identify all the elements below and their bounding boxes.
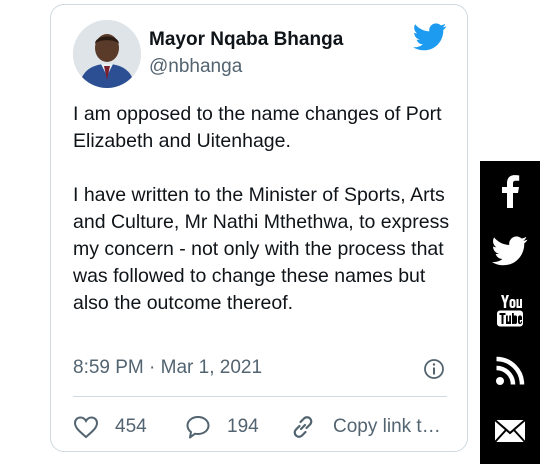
avatar-photo	[73, 20, 141, 88]
divider	[73, 396, 447, 397]
social-share-bar	[480, 161, 540, 464]
rss-icon	[496, 356, 525, 385]
embedded-tweet-card: Mayor Nqaba Bhanga @nbhanga I am opposed…	[50, 4, 468, 452]
copy-link-button[interactable]: Copy link t…	[289, 409, 441, 445]
like-count: 454	[115, 416, 147, 437]
reply-button[interactable]: 194	[185, 409, 259, 445]
facebook-icon	[502, 175, 520, 208]
info-icon[interactable]	[423, 358, 445, 380]
facebook-share-button[interactable]	[480, 161, 540, 221]
speech-bubble-icon	[186, 416, 210, 439]
tweet-paragraph: I am opposed to the name changes of Port…	[73, 103, 442, 152]
twitter-icon	[492, 236, 528, 266]
tweet-paragraph: I have written to the Minister of Sports…	[73, 184, 450, 314]
author-name[interactable]: Mayor Nqaba Bhanga	[149, 29, 343, 51]
avatar[interactable]	[73, 20, 141, 88]
youtube-icon	[497, 295, 523, 327]
tweet-timestamp[interactable]: 8:59 PM · Mar 1, 2021	[73, 357, 262, 379]
email-share-button[interactable]	[480, 401, 540, 461]
reply-count: 194	[227, 416, 259, 437]
youtube-share-button[interactable]	[480, 281, 540, 341]
twitter-bird-icon[interactable]	[413, 23, 447, 51]
like-button[interactable]: 454	[73, 409, 147, 445]
heart-icon	[73, 416, 99, 439]
rss-feed-button[interactable]	[480, 341, 540, 401]
link-icon	[293, 416, 313, 438]
copy-link-label: Copy link t…	[333, 416, 441, 437]
twitter-share-button[interactable]	[480, 221, 540, 281]
author-handle[interactable]: @nbhanga	[149, 56, 242, 78]
tweet-text: I am opposed to the name changes of Port…	[73, 101, 453, 317]
envelope-icon	[494, 419, 526, 443]
tweet-actions: 454 194 Copy link t…	[73, 409, 453, 445]
